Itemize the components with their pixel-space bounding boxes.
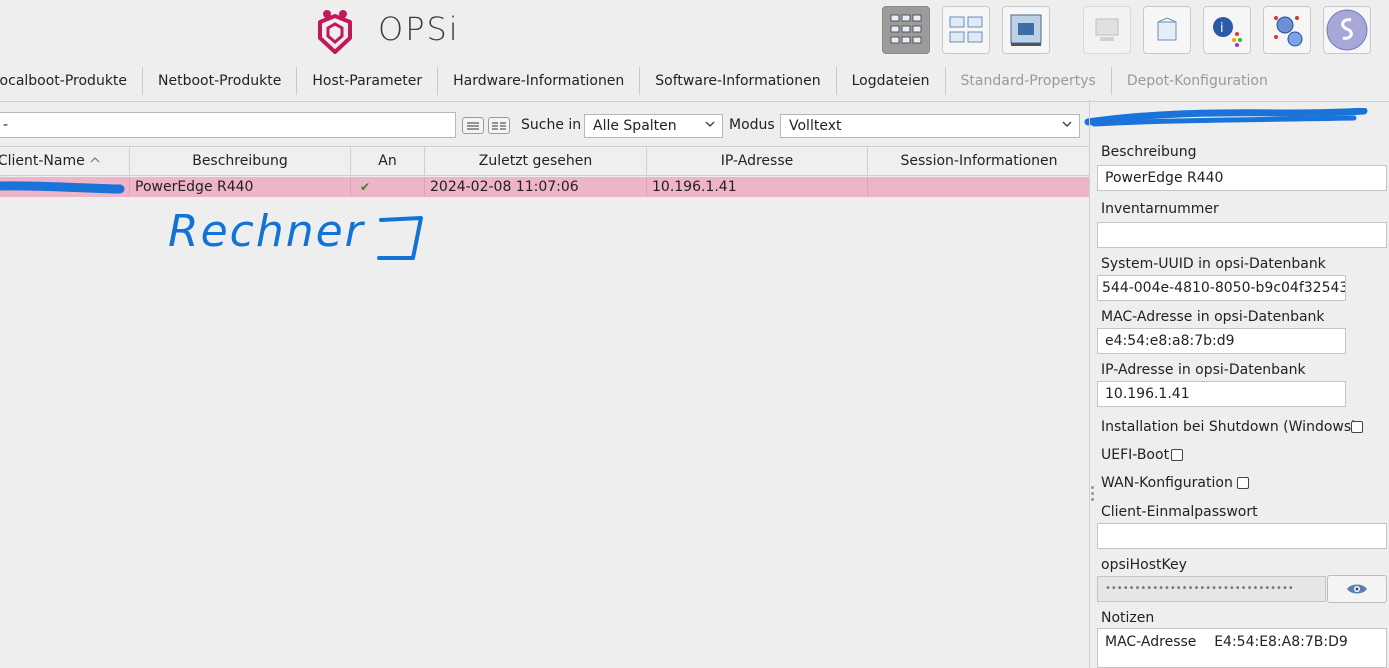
column-beschreibung[interactable]: Beschreibung	[130, 147, 351, 175]
show-hostkey-button[interactable]	[1327, 575, 1387, 603]
opsi-user-button[interactable]	[1323, 6, 1371, 54]
modus-value: Volltext	[789, 118, 842, 134]
package-button[interactable]	[1143, 6, 1191, 54]
suche-in-select[interactable]: Alle Spalten	[584, 114, 723, 138]
wan-label: WAN-Konfiguration	[1101, 475, 1233, 491]
tab-host-parameter[interactable]: Host-Parameter	[297, 67, 439, 95]
bracket-drawing	[377, 216, 423, 260]
host-list-icon	[1095, 18, 1119, 41]
tab-logdateien[interactable]: Logdateien	[837, 67, 946, 95]
uefi-label: UEFI-Boot	[1101, 447, 1170, 463]
tab-bar: Localboot-Produkte Netboot-Produkte Host…	[0, 66, 1283, 96]
inventarnummer-field[interactable]	[1097, 222, 1387, 248]
splitter-handle[interactable]	[1091, 486, 1094, 504]
ip-field[interactable]: 10.196.1.41	[1097, 381, 1346, 407]
modus-select[interactable]: Volltext	[780, 114, 1080, 138]
info-button[interactable]: i	[1203, 6, 1251, 54]
depot-view-icon	[949, 16, 983, 43]
tab-netboot-produkte[interactable]: Netboot-Produkte	[143, 67, 298, 95]
einmalpasswort-field[interactable]	[1097, 523, 1387, 549]
tab-divider	[0, 101, 1389, 102]
check-icon: ✔	[351, 177, 425, 197]
svg-text:i: i	[1220, 21, 1224, 36]
clients-view-button[interactable]	[882, 6, 930, 54]
cell-session-informationen	[868, 177, 1090, 197]
column-ip-adresse[interactable]: IP-Adresse	[647, 147, 868, 175]
shutdown-label: Installation bei Shutdown (Windows)	[1101, 419, 1357, 435]
uuid-label: System-UUID in opsi-Datenbank	[1101, 256, 1326, 272]
ip-label: IP-Adresse in opsi-Datenbank	[1101, 362, 1306, 378]
app-logo-text: OPSi	[378, 10, 460, 48]
hostkey-field[interactable]: ••••••••••••••••••••••••••••••••	[1097, 576, 1326, 602]
notizen-field[interactable]: MAC-Adresse E4:54:E8:A8:7B:D9	[1097, 628, 1387, 668]
tab-hardware-informationen[interactable]: Hardware-Informationen	[438, 67, 641, 95]
redaction-scribble	[1084, 108, 1368, 127]
depot-view-button[interactable]	[942, 6, 990, 54]
mac-field[interactable]: e4:54:e8:a8:7b:d9	[1097, 328, 1346, 354]
uuid-field[interactable]: 544-004e-4810-8050-b9c04f325432	[1097, 275, 1346, 301]
notizen-label: Notizen	[1101, 610, 1155, 626]
column-session-informationen[interactable]: Session-Informationen	[868, 147, 1090, 175]
column-client-name[interactable]: Client-Name	[0, 147, 130, 175]
column-zuletzt-gesehen[interactable]: Zuletzt gesehen	[425, 147, 647, 175]
tab-localboot-produkte[interactable]: Localboot-Produkte	[0, 67, 144, 95]
clients-view-icon	[890, 14, 922, 44]
tab-software-informationen[interactable]: Software-Informationen	[640, 67, 837, 95]
chevron-down-icon	[705, 121, 715, 127]
suche-in-label: Suche in	[521, 117, 582, 133]
modus-label: Modus	[729, 117, 775, 133]
tab-depot-konfiguration[interactable]: Depot-Konfiguration	[1112, 67, 1283, 95]
eye-icon	[1347, 584, 1367, 594]
filter-columns-button[interactable]	[488, 117, 510, 134]
filter-list-button[interactable]	[462, 117, 484, 134]
beschreibung-label: Beschreibung	[1101, 144, 1197, 160]
wan-checkbox[interactable]	[1237, 477, 1249, 489]
search-input[interactable]: -	[0, 112, 456, 138]
beschreibung-field[interactable]: PowerEdge R440	[1097, 165, 1387, 191]
server-config-icon	[1010, 14, 1042, 46]
cell-zuletzt-gesehen: 2024-02-08 11:07:06	[425, 177, 647, 197]
sort-ascending-icon	[90, 157, 100, 163]
opsi-user-icon	[1326, 9, 1368, 51]
panel-divider	[1089, 100, 1090, 668]
network-button[interactable]	[1263, 6, 1311, 54]
hostkey-label: opsiHostKey	[1101, 557, 1187, 573]
opsi-logo-icon	[318, 10, 352, 54]
table-header: Client-Name Beschreibung An Zuletzt gese…	[0, 146, 1090, 176]
einmalpasswort-label: Client-Einmalpasswort	[1101, 504, 1258, 520]
uefi-checkbox[interactable]	[1171, 449, 1183, 461]
inventarnummer-label: Inventarnummer	[1101, 201, 1219, 217]
column-an[interactable]: An	[351, 147, 425, 175]
handwritten-annotation-text: Rechner	[168, 206, 365, 257]
server-config-button[interactable]	[1002, 6, 1050, 54]
shutdown-checkbox[interactable]	[1351, 421, 1363, 433]
suche-in-value: Alle Spalten	[593, 118, 677, 134]
column-client-name-label: Client-Name	[0, 153, 85, 169]
cell-client-name	[0, 177, 130, 197]
host-list-button[interactable]	[1083, 6, 1131, 54]
info-icon: i	[1213, 17, 1242, 47]
columns-icon	[492, 122, 506, 130]
list-icon	[467, 122, 479, 130]
network-icon	[1274, 16, 1303, 47]
handwritten-annotation: Rechner	[168, 206, 423, 260]
table-row[interactable]: PowerEdge R440 ✔ 2024-02-08 11:07:06 10.…	[0, 177, 1090, 197]
cell-ip-adresse: 10.196.1.41	[647, 177, 868, 197]
tab-standard-propertys[interactable]: Standard-Propertys	[946, 67, 1112, 95]
redaction-scribble	[0, 181, 125, 194]
chevron-down-icon	[1062, 121, 1072, 127]
cell-beschreibung: PowerEdge R440	[130, 177, 351, 197]
mac-label: MAC-Adresse in opsi-Datenbank	[1101, 309, 1325, 325]
package-icon	[1157, 17, 1177, 41]
